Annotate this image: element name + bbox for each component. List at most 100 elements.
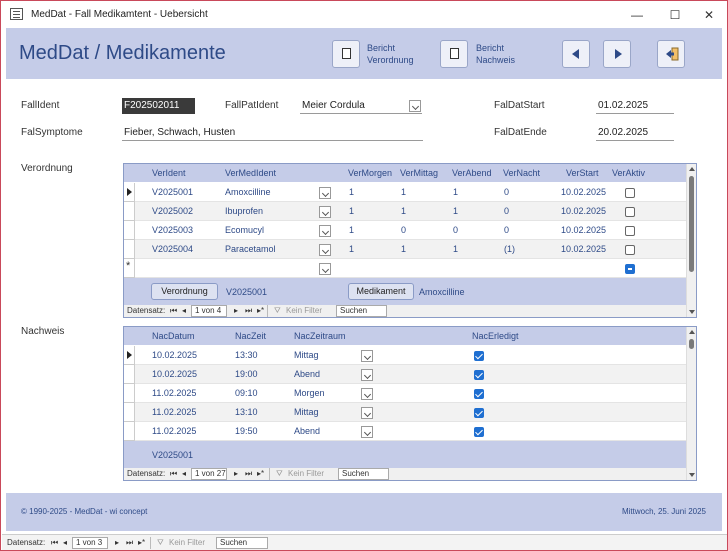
cell-verident[interactable]: V2025003 (152, 225, 193, 235)
chevron-down-icon[interactable] (361, 350, 373, 362)
close-button[interactable]: ✕ (695, 5, 723, 25)
new-record-icon[interactable]: ▸* (138, 538, 145, 547)
next-record-icon[interactable]: ▸ (115, 538, 119, 547)
cell-vermorgen[interactable]: 1 (349, 244, 354, 254)
cell-vermedident[interactable]: Amoxcilline (225, 187, 271, 197)
cell-vernacht[interactable]: 0 (504, 225, 509, 235)
cell-vermedident[interactable]: Paracetamol (225, 244, 276, 254)
record-selector[interactable] (124, 422, 135, 441)
faldatende-field[interactable]: 20.02.2025 (596, 125, 674, 141)
report-verordnung-button[interactable] (332, 40, 360, 68)
veraktiv-checkbox[interactable] (625, 226, 635, 236)
scroll-down-icon[interactable] (689, 473, 695, 477)
new-record-icon[interactable]: ▸* (257, 469, 264, 478)
symptome-field[interactable]: Fieber, Schwach, Husten (122, 125, 423, 141)
scroll-thumb[interactable] (689, 176, 694, 272)
cell-vernacht[interactable]: (1) (504, 244, 515, 254)
cell-nacdatum[interactable]: 11.02.2025 (152, 426, 196, 436)
cell-vermorgen[interactable]: 1 (349, 206, 354, 216)
cell-verabend[interactable]: 1 (453, 206, 458, 216)
cell-naczeit[interactable]: 13:10 (235, 407, 258, 417)
record-selector[interactable] (124, 365, 135, 384)
scroll-up-icon[interactable] (689, 330, 695, 334)
cell-naczeit[interactable]: 19:00 (235, 369, 258, 379)
record-position[interactable]: 1 von 3 (72, 537, 108, 549)
cell-nacdatum[interactable]: 10.02.2025 (152, 369, 197, 379)
table-row[interactable]: V2025002 Ibuprofen 1 1 1 0 10.02.2025 (124, 202, 686, 221)
cell-verabend[interactable]: 1 (453, 244, 458, 254)
cell-verstart[interactable]: 10.02.2025 (561, 225, 606, 235)
scroll-thumb[interactable] (689, 339, 694, 349)
record-selector[interactable] (124, 403, 135, 422)
cell-verabend[interactable]: 0 (453, 225, 458, 235)
new-record-selector[interactable] (124, 259, 135, 278)
faldatstart-field[interactable]: 01.02.2025 (596, 98, 674, 114)
next-record-button[interactable] (603, 40, 631, 68)
cell-nacdatum[interactable]: 11.02.2025 (152, 407, 196, 417)
record-selector[interactable] (124, 346, 135, 365)
cell-vernacht[interactable]: 0 (504, 187, 509, 197)
chevron-down-icon[interactable] (319, 225, 331, 237)
cell-verident[interactable]: V2025001 (152, 187, 193, 197)
cell-vermittag[interactable]: 0 (401, 225, 406, 235)
record-selector[interactable] (124, 202, 135, 221)
next-record-icon[interactable]: ▸ (234, 469, 238, 478)
vertical-scrollbar[interactable] (686, 327, 696, 480)
chevron-down-icon[interactable] (409, 100, 421, 112)
record-selector[interactable] (124, 240, 135, 259)
prev-record-icon[interactable]: ◂ (182, 306, 186, 315)
new-record-icon[interactable]: ▸* (257, 306, 264, 315)
minimize-button[interactable]: — (623, 5, 651, 25)
last-record-icon[interactable]: ⏭ (245, 469, 252, 479)
search-input[interactable]: Suchen (338, 468, 389, 480)
vertical-scrollbar[interactable] (686, 164, 696, 317)
chevron-down-icon[interactable] (319, 244, 331, 256)
cell-vermittag[interactable]: 1 (401, 206, 406, 216)
search-input[interactable]: Suchen (336, 305, 387, 317)
last-record-icon[interactable]: ⏭ (126, 538, 133, 548)
exit-button[interactable] (657, 40, 685, 68)
first-record-icon[interactable]: ⏮ (51, 538, 58, 548)
table-row[interactable]: 10.02.2025 19:00 Abend (124, 365, 686, 384)
cell-verstart[interactable]: 10.02.2025 (561, 206, 606, 216)
cell-vermittag[interactable]: 1 (401, 244, 406, 254)
verordnung-button[interactable]: Verordnung (151, 283, 218, 300)
veraktiv-checkbox[interactable] (625, 207, 635, 217)
record-position[interactable]: 1 von 4 (191, 305, 227, 317)
cell-naczeitraum[interactable]: Abend (294, 426, 320, 436)
cell-naczeit[interactable]: 19:50 (235, 426, 258, 436)
record-selector[interactable] (124, 183, 135, 202)
cell-nacdatum[interactable]: 11.02.2025 (152, 388, 196, 398)
nacerledigt-checkbox[interactable] (474, 370, 484, 380)
next-record-icon[interactable]: ▸ (234, 306, 238, 315)
maximize-button[interactable]: ☐ (661, 5, 689, 25)
nacerledigt-checkbox[interactable] (474, 408, 484, 418)
record-selector[interactable] (124, 221, 135, 240)
cell-naczeit[interactable]: 13:30 (235, 350, 258, 360)
first-record-icon[interactable]: ⏮ (170, 469, 177, 479)
nacerledigt-checkbox[interactable] (474, 427, 484, 437)
table-row[interactable]: V2025003 Ecomucyl 1 0 0 0 10.02.2025 (124, 221, 686, 240)
cell-naczeitraum[interactable]: Abend (294, 369, 320, 379)
table-row[interactable]: V2025001 Amoxcilline 1 1 1 0 10.02.2025 (124, 183, 686, 202)
cell-verstart[interactable]: 10.02.2025 (561, 244, 606, 254)
chevron-down-icon[interactable] (319, 263, 331, 275)
previous-record-button[interactable] (562, 40, 590, 68)
table-row[interactable]: V2025004 Paracetamol 1 1 1 (1) 10.02.202… (124, 240, 686, 259)
cell-naczeit[interactable]: 09:10 (235, 388, 258, 398)
chevron-down-icon[interactable] (361, 407, 373, 419)
cell-vermedident[interactable]: Ibuprofen (225, 206, 263, 216)
medikament-button[interactable]: Medikament (348, 283, 414, 300)
search-input[interactable]: Suchen (216, 537, 268, 549)
table-row[interactable]: 11.02.2025 09:10 Morgen (124, 384, 686, 403)
scroll-down-icon[interactable] (689, 310, 695, 314)
chevron-down-icon[interactable] (361, 426, 373, 438)
table-row[interactable]: 11.02.2025 13:10 Mittag (124, 403, 686, 422)
veraktiv-checkbox[interactable] (625, 245, 635, 255)
filter-status[interactable]: Kein Filter (286, 306, 322, 315)
table-row[interactable]: 10.02.2025 13:30 Mittag (124, 346, 686, 365)
cell-verident[interactable]: V2025002 (152, 206, 193, 216)
prev-record-icon[interactable]: ◂ (63, 538, 67, 547)
chevron-down-icon[interactable] (319, 206, 331, 218)
cell-vermorgen[interactable]: 1 (349, 225, 354, 235)
